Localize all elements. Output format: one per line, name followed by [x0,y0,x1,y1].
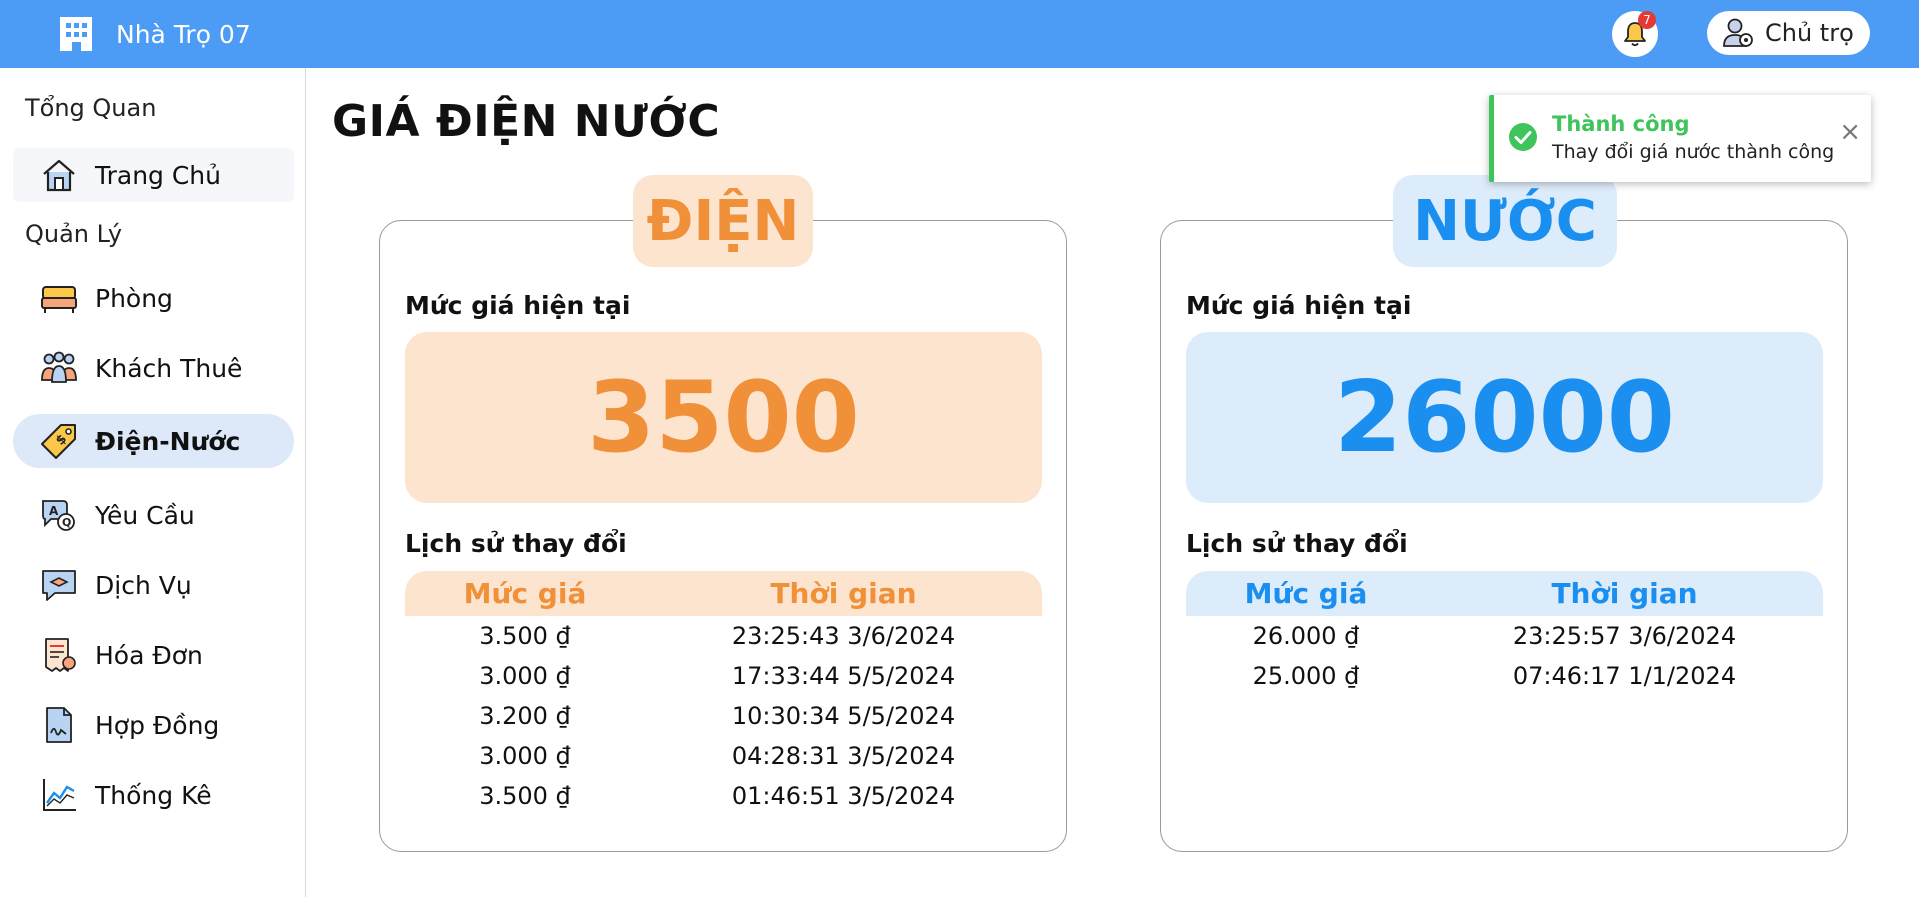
success-toast: Thành công Thay đổi giá nước thành công … [1489,95,1871,182]
service-icon [39,565,79,605]
svg-text:Q: Q [62,516,71,529]
water-history-table: Mức giá Thời gian 26.000 ₫ 23:25:57 3/6/… [1186,571,1823,696]
table-row: 26.000 ₫ 23:25:57 3/6/2024 [1186,616,1823,656]
section-overview-label: Tổng Quan [25,94,157,122]
column-header-time: Thời gian [770,577,917,610]
row-price: 25.000 ₫ [1252,662,1360,690]
sidebar-item-label: Dịch Vụ [95,570,192,600]
user-menu-button[interactable]: Chủ trọ [1707,11,1870,55]
electric-card: ĐIỆN Mức giá hiện tại 3500 Lịch sử thay … [379,175,1067,852]
electric-tag: ĐIỆN [633,175,813,267]
sidebar-item-label: Khách Thuê [95,353,243,383]
table-row: 25.000 ₫ 07:46:17 1/1/2024 [1186,656,1823,696]
sidebar-item-label: Phòng [95,283,173,313]
row-time: 07:46:17 1/1/2024 [1512,662,1737,690]
row-price: 3.500 ₫ [479,782,571,810]
notification-button[interactable]: 7 [1612,11,1658,57]
sidebar-item-tenants[interactable]: Khách Thuê [13,341,294,395]
water-current-price[interactable]: 26000 [1186,332,1823,503]
table-row: 3.500 ₫ 01:46:51 3/5/2024 [405,776,1042,816]
top-header: Nhà Trọ 07 7 Chủ trọ [0,0,1919,68]
brand-name: Nhà Trọ 07 [116,19,251,49]
row-price: 3.000 ₫ [479,742,571,770]
sidebar-item-label: Thống Kê [95,780,212,810]
close-icon[interactable]: × [1839,119,1861,145]
row-price: 3.500 ₫ [479,622,571,650]
water-history-label: Lịch sử thay đổi [1186,529,1408,558]
table-row: 3.200 ₫ 10:30:34 5/5/2024 [405,696,1042,736]
row-price: 26.000 ₫ [1252,622,1360,650]
row-time: 01:46:51 3/5/2024 [731,782,956,810]
sidebar-item-label: Hóa Đơn [95,640,203,670]
chart-icon [39,775,79,815]
sidebar-item-label: Hợp Đồng [95,710,220,740]
toast-message: Thay đổi giá nước thành công [1552,141,1835,163]
row-time: 17:33:44 5/5/2024 [731,662,956,690]
electric-current-price[interactable]: 3500 [405,332,1042,503]
sidebar-item-statistics[interactable]: Thống Kê [13,768,294,822]
contract-icon [39,705,79,745]
sidebar-item-electric-water[interactable]: $ Điện-Nước [13,414,294,468]
sidebar: Tổng Quan Trang Chủ Quản Lý Phòng Khách … [0,68,306,897]
brand[interactable]: Nhà Trọ 07 [58,12,251,56]
home-icon [39,155,79,195]
sidebar-item-rooms[interactable]: Phòng [13,271,294,325]
sidebar-item-invoices[interactable]: Hóa Đơn [13,628,294,682]
electric-current-label: Mức giá hiện tại [405,291,631,320]
row-time: 23:25:43 3/6/2024 [731,622,956,650]
column-header-price: Mức giá [1244,577,1368,610]
table-row: 3.000 ₫ 17:33:44 5/5/2024 [405,656,1042,696]
column-header-time: Thời gian [1551,577,1698,610]
sidebar-item-home[interactable]: Trang Chủ [13,148,294,202]
row-price: 3.000 ₫ [479,662,571,690]
sidebar-item-contracts[interactable]: Hợp Đồng [13,698,294,752]
tenants-icon [39,348,79,388]
water-card: NƯỚC Mức giá hiện tại 26000 Lịch sử thay… [1160,175,1848,852]
row-time: 04:28:31 3/5/2024 [731,742,956,770]
svg-text:A: A [49,504,59,518]
row-price: 3.200 ₫ [479,702,571,730]
row-time: 23:25:57 3/6/2024 [1512,622,1737,650]
sidebar-item-label: Yêu Cầu [95,500,195,530]
sidebar-item-label: Điện-Nước [95,426,241,456]
check-circle-icon [1508,122,1538,152]
sidebar-item-label: Trang Chủ [95,160,222,190]
user-avatar-icon [1723,18,1753,47]
water-current-label: Mức giá hiện tại [1186,291,1412,320]
table-header: Mức giá Thời gian [1186,571,1823,616]
sidebar-item-services[interactable]: Dịch Vụ [13,558,294,612]
user-label: Chủ trọ [1765,19,1854,47]
table-row: 3.000 ₫ 04:28:31 3/5/2024 [405,736,1042,776]
page-title: GIÁ ĐIỆN NƯỚC [332,96,721,147]
invoice-icon [39,635,79,675]
row-time: 10:30:34 5/5/2024 [731,702,956,730]
toast-title: Thành công [1552,112,1690,136]
water-tag: NƯỚC [1393,175,1617,267]
table-header: Mức giá Thời gian [405,571,1042,616]
electric-history-table: Mức giá Thời gian 3.500 ₫ 23:25:43 3/6/2… [405,571,1042,816]
electric-history-label: Lịch sử thay đổi [405,529,627,558]
price-tag-icon: $ [39,421,79,461]
bed-icon [39,278,79,318]
column-header-price: Mức giá [463,577,587,610]
building-icon [60,17,92,51]
request-chat-icon: A Q [39,495,79,535]
table-row: 3.500 ₫ 23:25:43 3/6/2024 [405,616,1042,656]
section-manage-label: Quản Lý [25,220,123,248]
sidebar-item-requests[interactable]: A Q Yêu Cầu [13,488,294,542]
notification-badge: 7 [1638,11,1656,29]
